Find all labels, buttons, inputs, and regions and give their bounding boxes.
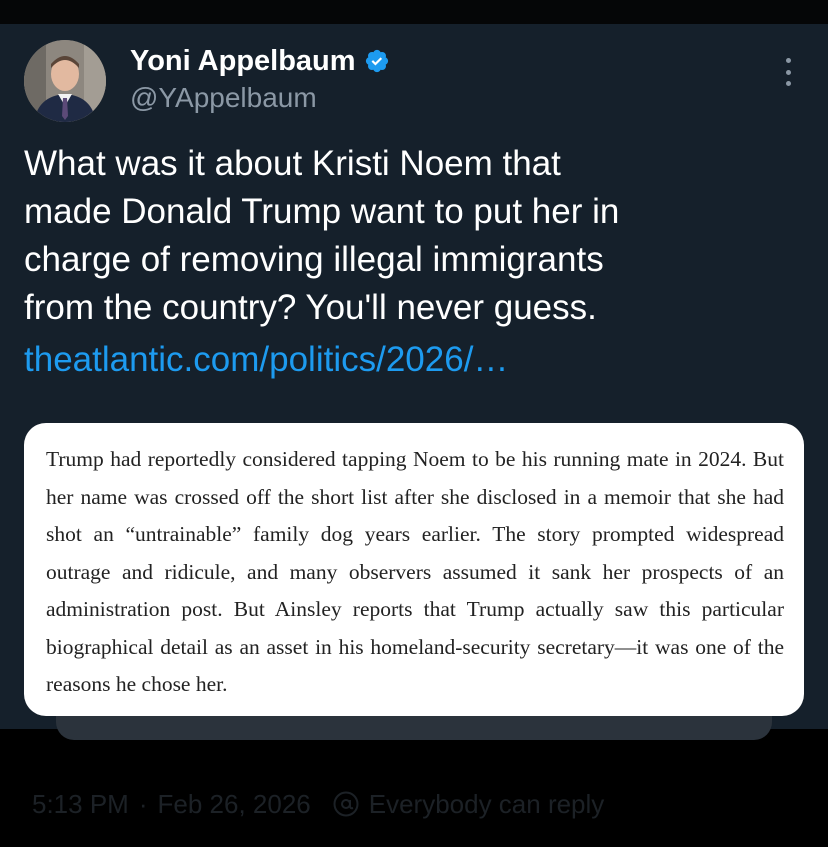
verified-badge-icon — [364, 48, 390, 74]
tweet-meta: 5:13 PM · Feb 26, 2026 Everybody can rep… — [32, 786, 604, 822]
author-handle[interactable]: @YAppelbaum — [130, 82, 317, 114]
at-sign-icon — [333, 791, 359, 817]
author-name-row[interactable]: Yoni Appelbaum — [130, 44, 390, 78]
reply-setting: Everybody can reply — [368, 788, 605, 819]
status-strip — [0, 0, 828, 24]
tweet-text: What was it about Kristi Noem that made … — [24, 144, 620, 327]
tweet-link[interactable]: theatlantic.com/politics/2026/… — [24, 336, 508, 384]
profile-photo-icon — [24, 40, 106, 122]
tweet-date[interactable]: Feb 26, 2026 — [158, 789, 311, 820]
quote-image[interactable]: Trump had reportedly considered tapping … — [24, 423, 804, 716]
author-display-name[interactable]: Yoni Appelbaum — [130, 44, 356, 78]
meta-separator: · — [138, 788, 148, 819]
more-options-icon[interactable] — [776, 58, 800, 86]
quote-image-text: Trump had reportedly considered tapping … — [46, 447, 784, 696]
avatar[interactable] — [24, 40, 106, 122]
tweet-time[interactable]: 5:13 PM — [32, 789, 129, 820]
